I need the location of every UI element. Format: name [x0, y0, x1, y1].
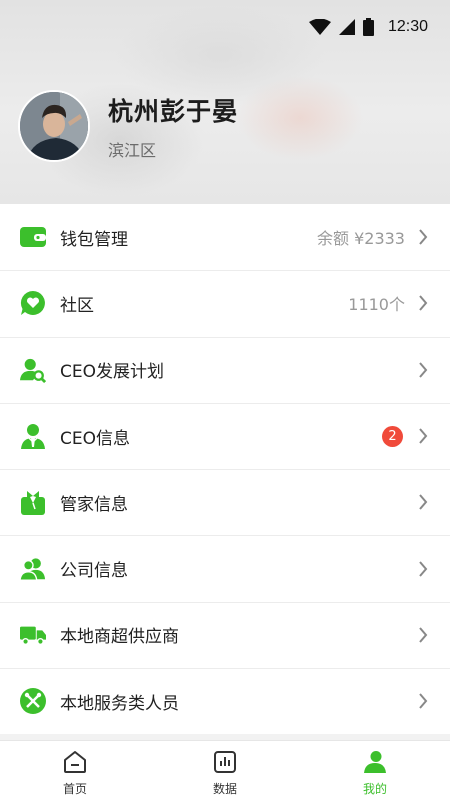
menu-item-ceo-plan[interactable]: CEO发展计划: [0, 336, 450, 403]
home-icon: [62, 749, 88, 775]
battery-icon: [362, 18, 374, 36]
menu-item-label: 本地服务类人员: [60, 693, 179, 714]
profile-text: 杭州彭于晏 滨江区: [108, 92, 238, 161]
manager-icon: [20, 423, 46, 450]
menu-item-wallet[interactable]: 钱包管理 余额 ¥2333: [0, 204, 450, 270]
user-name: 杭州彭于晏: [108, 96, 239, 126]
menu-item-supplier[interactable]: 本地商超供应商: [0, 601, 450, 668]
data-chart-icon: [212, 749, 238, 775]
notification-badge: 2: [382, 425, 403, 447]
bottom-tab-bar: 首页 数据 我的: [0, 740, 450, 800]
tab-label: 我的: [362, 782, 387, 796]
wallet-balance: 余额 ¥2333: [317, 229, 405, 249]
menu-item-label: 本地商超供应商: [60, 627, 179, 648]
menu-list: 钱包管理 余额 ¥2333 社区 1110个 CEO发展计划 CEO信息 2 管…: [0, 204, 450, 735]
chevron-right-icon: [413, 625, 433, 645]
tab-label: 首页: [62, 782, 87, 796]
avatar[interactable]: [18, 90, 90, 162]
menu-item-label: CEO发展计划: [60, 362, 164, 383]
chat-heart-icon: [20, 290, 46, 316]
profile-block[interactable]: 杭州彭于晏 滨江区: [18, 90, 238, 162]
group-icon: [20, 556, 46, 582]
status-time: 12:30: [387, 18, 428, 35]
menu-item-community[interactable]: 社区 1110个: [0, 270, 450, 336]
menu-item-local-service[interactable]: 本地服务类人员: [0, 668, 450, 734]
chevron-right-icon: [413, 360, 433, 380]
profile-icon: [362, 749, 388, 775]
community-count: 1110个: [348, 295, 405, 315]
status-bar: 12:30: [308, 12, 428, 42]
user-search-icon: [20, 357, 46, 383]
tab-home[interactable]: 首页: [0, 741, 150, 800]
tab-data[interactable]: 数据: [150, 741, 300, 800]
user-area: 滨江区: [108, 140, 157, 160]
tab-label: 数据: [212, 782, 237, 796]
chevron-right-icon: [413, 227, 433, 247]
chevron-right-icon: [413, 492, 433, 512]
menu-item-butler[interactable]: 管家信息: [0, 469, 450, 535]
tools-icon: [20, 688, 46, 715]
profile-header: 12:30 杭州彭于晏 滨江区: [0, 0, 450, 204]
menu-item-ceo-info[interactable]: CEO信息 2: [0, 402, 450, 469]
menu-item-label: 钱包管理: [60, 229, 128, 250]
chevron-right-icon: [413, 293, 433, 313]
chevron-right-icon: [413, 691, 433, 711]
menu-item-label: 社区: [60, 295, 94, 316]
chevron-right-icon: [413, 559, 433, 579]
cell-signal-icon: [338, 19, 355, 35]
tab-mine[interactable]: 我的: [300, 741, 450, 800]
wallet-icon: [20, 224, 46, 250]
menu-item-label: CEO信息: [60, 428, 130, 449]
menu-item-company[interactable]: 公司信息: [0, 535, 450, 601]
butler-icon: [20, 489, 46, 516]
wifi-icon: [308, 19, 331, 35]
menu-item-label: 管家信息: [60, 494, 128, 515]
chevron-right-icon: [413, 426, 433, 446]
delivery-truck-icon: [20, 622, 46, 648]
menu-item-label: 公司信息: [60, 561, 128, 582]
